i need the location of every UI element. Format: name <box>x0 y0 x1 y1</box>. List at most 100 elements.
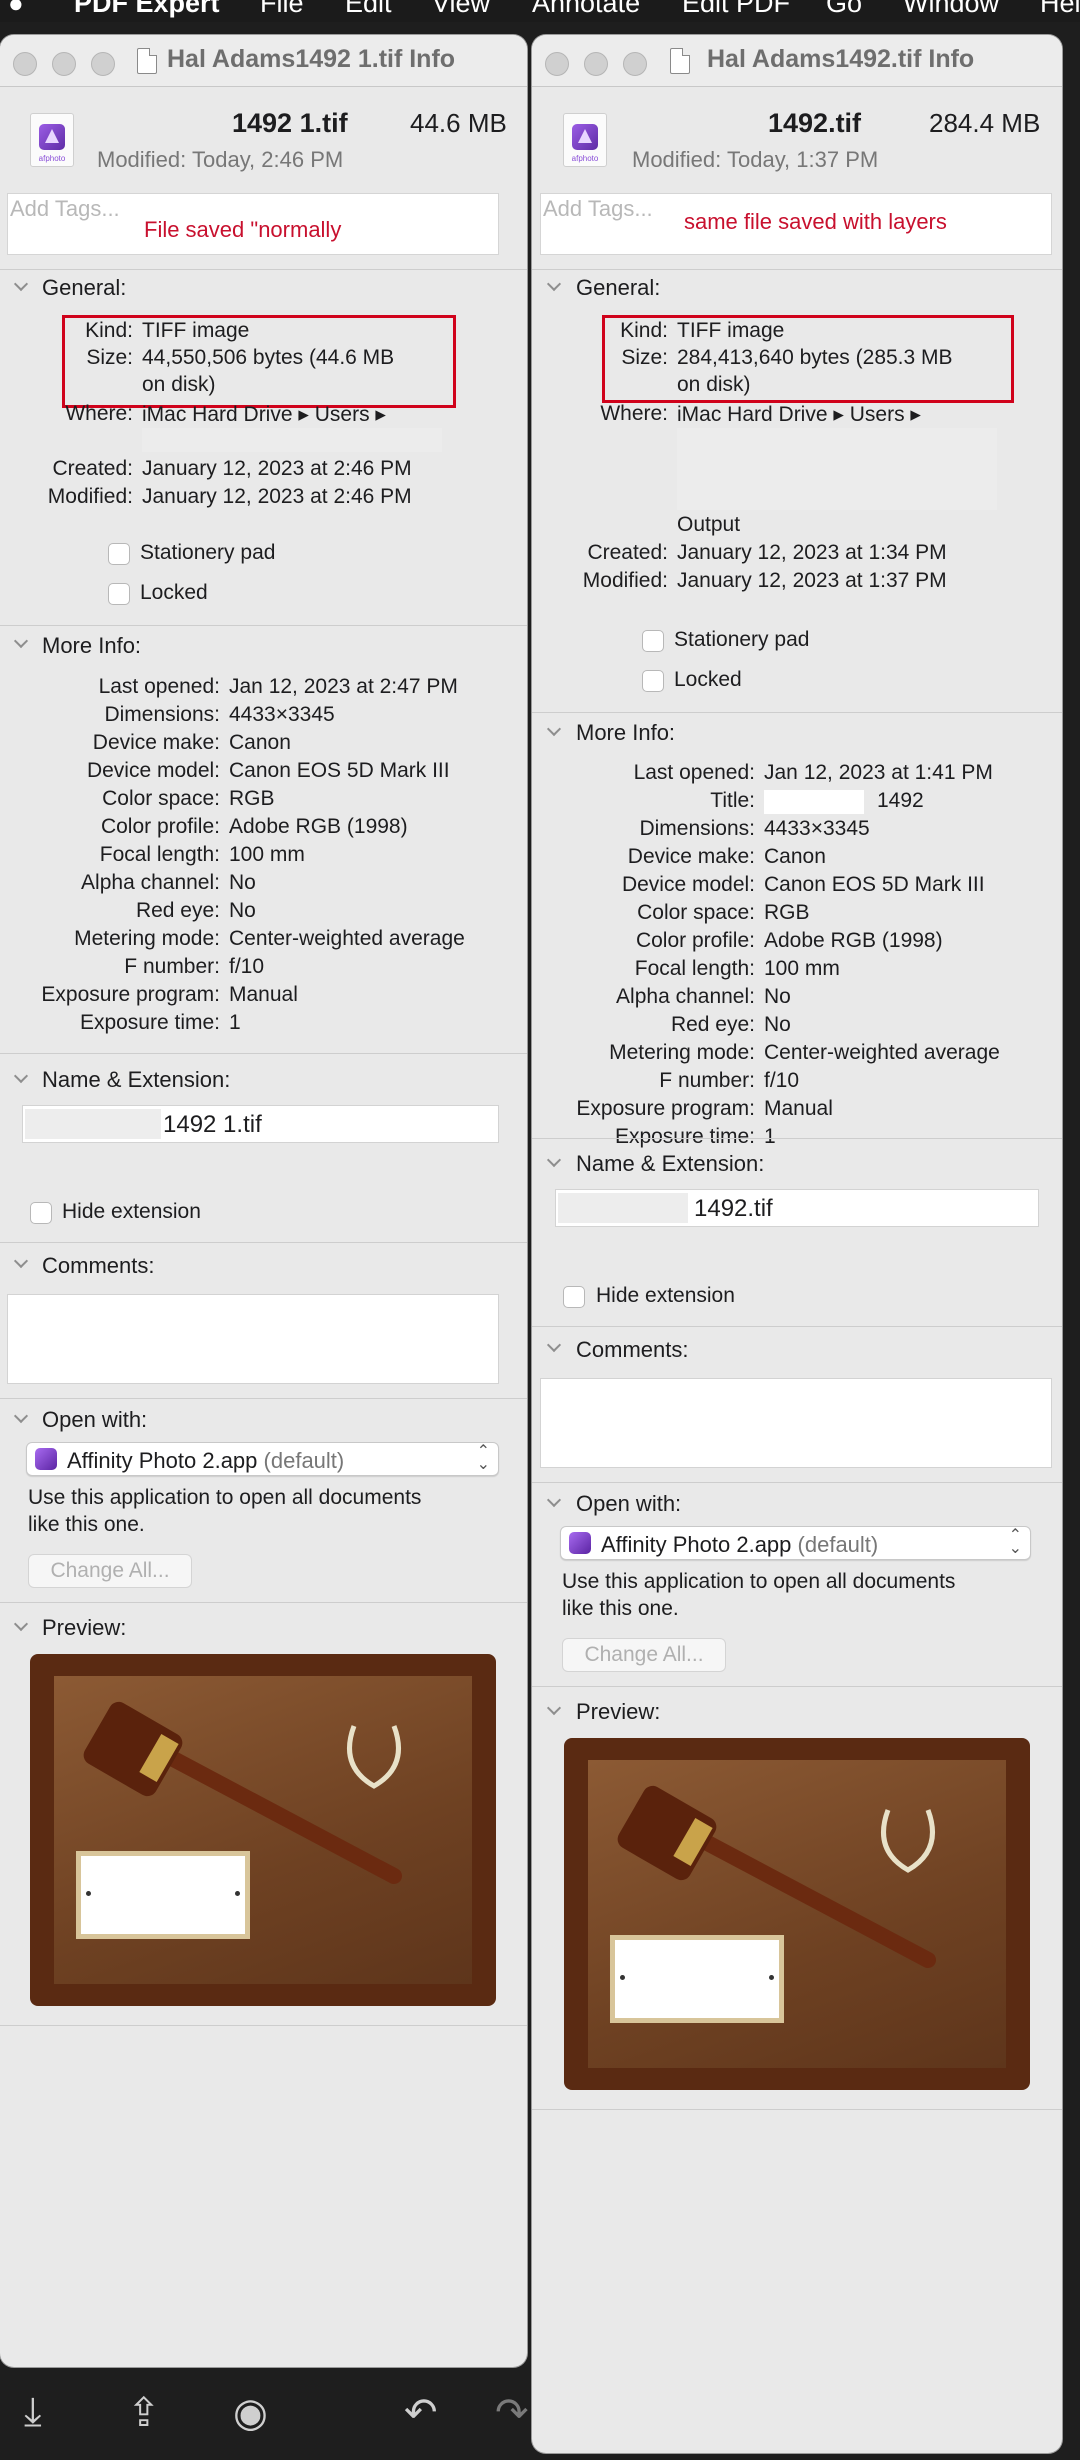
minimize-button[interactable] <box>52 52 76 76</box>
affinity-photo-icon <box>569 1532 591 1554</box>
info-label: Alpha channel: <box>616 985 755 1008</box>
info-value: Jan 12, 2023 at 2:47 PM <box>229 675 458 698</box>
section-comments[interactable]: Comments: <box>42 1253 154 1279</box>
name-field[interactable]: 1492.tif <box>555 1189 1039 1227</box>
chevron-down-icon[interactable] <box>13 276 29 292</box>
section-open-with[interactable]: Open with: <box>42 1407 147 1433</box>
info-value: RGB <box>229 787 275 810</box>
hide-extension-label: Hide extension <box>62 1200 201 1223</box>
section-general[interactable]: General: <box>576 275 660 301</box>
info-value: 1492 <box>877 789 924 812</box>
info-value: Canon EOS 5D Mark III <box>764 873 985 896</box>
locked-checkbox[interactable] <box>108 583 130 605</box>
chevron-down-icon[interactable] <box>546 1337 562 1353</box>
chevron-down-icon[interactable] <box>13 1253 29 1269</box>
title-bar: Hal Adams1492 1.tif Info <box>0 35 527 87</box>
modified-header: Modified: Today, 1:37 PM <box>632 147 879 172</box>
where-value-tail: Output <box>677 513 741 536</box>
stationery-checkbox[interactable] <box>108 543 130 565</box>
close-button[interactable] <box>545 52 569 76</box>
file-name: 1492.tif <box>768 108 862 138</box>
chevron-down-icon[interactable] <box>546 276 562 292</box>
close-button[interactable] <box>13 52 37 76</box>
menu-file[interactable]: File <box>260 0 304 19</box>
annotation-note: same file saved with layers <box>684 209 947 234</box>
section-comments[interactable]: Comments: <box>576 1337 688 1363</box>
info-label: Device model: <box>621 873 755 896</box>
share-icon[interactable]: ⇪ <box>127 2390 161 2436</box>
menu-annotate[interactable]: Annotate <box>532 0 640 19</box>
open-with-select[interactable]: Affinity Photo 2.app (default) ⌃ ⌄ <box>560 1526 1031 1560</box>
chevron-down-icon[interactable] <box>546 1492 562 1508</box>
hide-extension-label: Hide extension <box>596 1284 735 1307</box>
chevron-down-icon[interactable] <box>546 1700 562 1716</box>
stationery-label: Stationery pad <box>674 628 810 651</box>
where-label: Where: <box>65 402 133 425</box>
tags-field[interactable]: Add Tags... File saved "normally <box>7 193 499 255</box>
modified-header: Modified: Today, 2:46 PM <box>97 147 344 172</box>
locked-checkbox[interactable] <box>642 670 664 692</box>
info-label: Dimensions: <box>104 703 220 726</box>
change-all-button[interactable]: Change All... <box>562 1638 726 1672</box>
section-general[interactable]: General: <box>42 275 126 301</box>
menu-app-name[interactable]: PDF Expert <box>74 0 220 19</box>
file-icon-caption: afphoto <box>38 154 66 163</box>
camera-icon[interactable]: ◉ <box>233 2390 268 2436</box>
info-label: Color profile: <box>635 929 755 952</box>
gavel-illustration <box>617 1785 936 1968</box>
tags-field[interactable]: Add Tags... same file saved with layers <box>540 193 1052 255</box>
open-with-app: Affinity Photo 2.app <box>601 1532 792 1557</box>
modified-label: Modified: <box>47 485 133 508</box>
window-title: Hal Adams1492.tif Info <box>707 45 975 73</box>
stationery-checkbox[interactable] <box>642 630 664 652</box>
undo-icon[interactable]: ↶ <box>404 2390 438 2436</box>
section-open-with[interactable]: Open with: <box>576 1491 681 1517</box>
section-more-info[interactable]: More Info: <box>42 633 141 659</box>
zoom-button[interactable] <box>623 52 647 76</box>
chevron-down-icon[interactable] <box>546 1152 562 1168</box>
hide-extension-checkbox[interactable] <box>563 1286 585 1308</box>
section-preview[interactable]: Preview: <box>42 1615 126 1641</box>
section-preview[interactable]: Preview: <box>576 1699 660 1725</box>
download-icon[interactable]: ⤓ <box>24 2390 42 2435</box>
change-all-button[interactable]: Change All... <box>28 1554 192 1588</box>
zoom-button[interactable] <box>91 52 115 76</box>
comments-field[interactable] <box>7 1294 499 1384</box>
menu-help[interactable]: Help <box>1040 0 1080 19</box>
size-value: 284,413,640 bytes (285.3 MB <box>677 346 953 369</box>
menu-edit[interactable]: Edit <box>345 0 392 19</box>
chevron-down-icon[interactable] <box>13 633 29 649</box>
info-value: Canon EOS 5D Mark III <box>229 759 450 782</box>
chevron-down-icon[interactable] <box>13 1616 29 1632</box>
info-label: Exposure time: <box>79 1011 220 1034</box>
chevron-down-icon[interactable] <box>13 1408 29 1424</box>
menu-window[interactable]: Window <box>903 0 999 19</box>
open-with-select[interactable]: Affinity Photo 2.app (default) ⌃ ⌄ <box>26 1442 499 1476</box>
redacted-path <box>677 428 997 510</box>
info-label: Color profile: <box>100 815 220 838</box>
hide-extension-checkbox[interactable] <box>30 1202 52 1224</box>
info-label: Metering mode: <box>74 927 220 950</box>
open-with-default: (default) <box>797 1532 879 1557</box>
info-label: Last opened: <box>633 761 755 784</box>
comments-field[interactable] <box>540 1378 1052 1468</box>
chevron-down-icon[interactable] <box>13 1068 29 1084</box>
annotation-note: File saved "normally <box>144 217 342 242</box>
section-name-extension[interactable]: Name & Extension: <box>576 1151 764 1177</box>
menu-go[interactable]: Go <box>826 0 862 19</box>
window-title: Hal Adams1492 1.tif Info <box>167 45 456 73</box>
open-with-note: Use this application to open all documen… <box>28 1486 422 1509</box>
info-value: Canon <box>229 731 291 754</box>
menu-edit-pdf[interactable]: Edit PDF <box>682 0 790 19</box>
affinity-photo-icon <box>35 1448 57 1470</box>
chevron-down-icon[interactable] <box>546 721 562 737</box>
menu-view[interactable]: View <box>432 0 490 19</box>
minimize-button[interactable] <box>584 52 608 76</box>
redo-icon[interactable]: ↷ <box>495 2390 529 2436</box>
apple-icon[interactable]: ● <box>8 0 24 19</box>
file-type-icon: afphoto <box>563 113 607 167</box>
name-field[interactable]: 1492 1.tif <box>22 1105 499 1143</box>
section-name-extension[interactable]: Name & Extension: <box>42 1067 230 1093</box>
info-value: Manual <box>229 983 298 1006</box>
section-more-info[interactable]: More Info: <box>576 720 675 746</box>
